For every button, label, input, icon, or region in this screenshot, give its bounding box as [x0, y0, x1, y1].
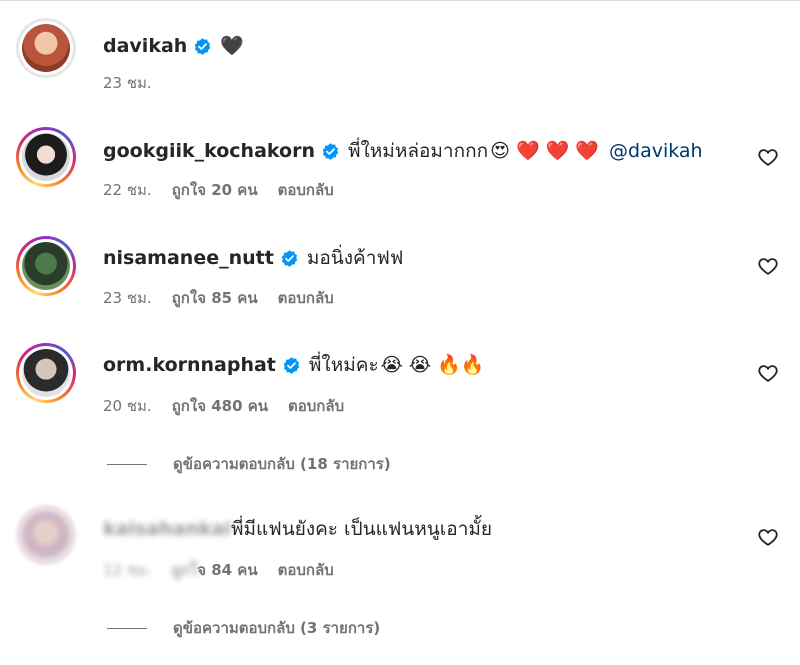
comment-text: พี่มีแฟนยังคะ เป็นแฟนหนูเอามั้ย	[230, 518, 493, 540]
top-divider	[0, 0, 800, 1]
reply-button[interactable]: ตอบกลับ	[278, 180, 334, 200]
mention-link[interactable]: @davikah	[609, 138, 703, 164]
replies-divider	[107, 627, 147, 629]
comment-likes[interactable]: ถูกใจ 85 คน	[172, 288, 258, 308]
caption-emoji: 🖤	[220, 35, 244, 57]
comment-emojis: 😍 ❤️ ❤️ ❤️	[490, 140, 600, 162]
comment-time: 23 ชม.	[103, 289, 152, 307]
like-heart-icon[interactable]	[757, 255, 779, 277]
reply-button[interactable]: ตอบกลับ	[278, 288, 334, 308]
verified-badge-icon	[280, 249, 299, 268]
view-replies-label: ดูข้อความตอบกลับ (18 รายการ)	[173, 455, 391, 473]
post-time: 23 ชม.	[103, 74, 152, 92]
comment-username[interactable]: gookgiik_kochakorn	[103, 138, 315, 164]
view-replies-button[interactable]: ดูข้อความตอบกลับ (18 รายการ)	[107, 454, 391, 474]
reply-button[interactable]: ตอบกลับ	[288, 396, 344, 416]
avatar-gookgiik[interactable]	[16, 127, 76, 187]
comment-time: 20 ชม.	[103, 397, 152, 415]
view-replies-label: ดูข้อความตอบกลับ (3 รายการ)	[173, 619, 381, 637]
avatar-photo	[22, 133, 70, 181]
comment-text: พี่ใหม่หล่อมากกก	[347, 140, 489, 162]
comment-username[interactable]: kaisahankai	[103, 516, 231, 542]
avatar-nisamanee[interactable]	[16, 236, 76, 296]
like-heart-icon[interactable]	[757, 146, 779, 168]
comment-text: มอนิ่งค้าฟฟ	[306, 247, 404, 269]
comment-likes-prefix: ถูกใ	[171, 561, 198, 579]
avatar-photo	[22, 511, 70, 559]
comment-likes[interactable]: ถูกใจ 480 คน	[172, 396, 268, 416]
avatar-davikah[interactable]	[16, 18, 76, 78]
comment-username[interactable]: orm.kornnaphat	[103, 352, 276, 378]
like-heart-icon[interactable]	[757, 526, 779, 548]
like-heart-icon[interactable]	[757, 362, 779, 384]
comment-emojis: 😭 😭 🔥🔥	[380, 354, 485, 376]
avatar-photo	[22, 24, 70, 72]
verified-badge-icon	[193, 37, 212, 56]
comment-username[interactable]: nisamanee_nutt	[103, 245, 274, 271]
comment-time: 12 ชม.	[103, 561, 152, 579]
comment-likes-count: จ 84 คน	[197, 561, 258, 579]
comment-likes[interactable]: ถูกใจ 84 คน	[172, 560, 258, 580]
replies-divider	[107, 463, 147, 465]
view-replies-button[interactable]: ดูข้อความตอบกลับ (3 รายการ)	[107, 618, 380, 638]
avatar-photo	[22, 242, 70, 290]
comment-time: 22 ชม.	[103, 181, 152, 199]
avatar-orm[interactable]	[16, 343, 76, 403]
verified-badge-icon	[321, 142, 340, 161]
verified-badge-icon	[282, 356, 301, 375]
avatar-photo	[22, 349, 70, 397]
reply-button[interactable]: ตอบกลับ	[278, 560, 334, 580]
comment-text: พี่ใหม่คะ	[308, 354, 379, 376]
avatar-blurred[interactable]	[16, 505, 76, 565]
username[interactable]: davikah	[103, 33, 187, 59]
comment-likes[interactable]: ถูกใจ 20 คน	[172, 180, 258, 200]
